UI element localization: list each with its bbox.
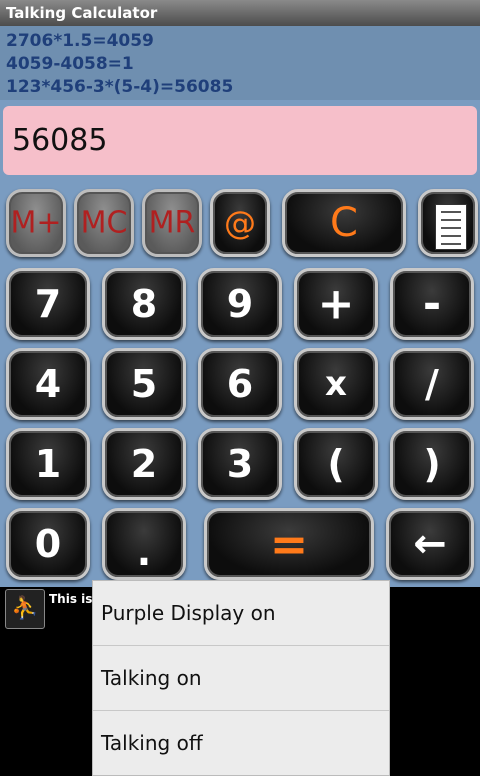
app-title-bar: Talking Calculator <box>0 0 480 26</box>
menu-item-talking-off[interactable]: Talking off <box>93 711 389 776</box>
options-menu: Purple Display on Talking on Talking off <box>92 580 390 776</box>
left-paren-button[interactable]: ( <box>294 428 378 500</box>
result-display: 56085 <box>3 106 477 175</box>
document-icon <box>435 204 467 250</box>
backspace-button[interactable]: ← <box>386 508 474 580</box>
digit-0-button[interactable]: 0 <box>6 508 90 580</box>
minus-button[interactable]: - <box>390 268 474 340</box>
digit-4-label: 4 <box>34 362 62 406</box>
right-paren-label: ) <box>423 442 441 486</box>
at-button[interactable]: @ <box>210 189 270 257</box>
digit-3-label: 3 <box>226 442 254 486</box>
memory-add-button[interactable]: M+ <box>6 189 66 257</box>
digit-2-label: 2 <box>130 442 158 486</box>
memory-add-label: M+ <box>10 205 62 241</box>
multiply-label: x <box>325 364 347 404</box>
digit-1-button[interactable]: 1 <box>6 428 90 500</box>
history-line: 2706*1.5=4059 <box>6 31 154 51</box>
at-label: @ <box>224 204 256 242</box>
memory-clear-button[interactable]: MC <box>74 189 134 257</box>
history-line: 123*456-3*(5-4)=56085 <box>6 77 234 97</box>
digit-9-button[interactable]: 9 <box>198 268 282 340</box>
plus-button[interactable]: + <box>294 268 378 340</box>
digit-0-label: 0 <box>34 522 62 566</box>
digit-4-button[interactable]: 4 <box>6 348 90 420</box>
right-paren-button[interactable]: ) <box>390 428 474 500</box>
digit-5-label: 5 <box>130 362 158 406</box>
digit-7-label: 7 <box>34 282 62 326</box>
digit-1-label: 1 <box>34 442 62 486</box>
digit-6-label: 6 <box>226 362 254 406</box>
divide-label: / <box>425 362 439 406</box>
digit-9-label: 9 <box>226 282 254 326</box>
decimal-point-label: . <box>136 529 152 574</box>
clear-label: C <box>330 200 358 246</box>
result-value: 56085 <box>12 123 108 158</box>
digit-6-button[interactable]: 6 <box>198 348 282 420</box>
menu-item-talking-on[interactable]: Talking on <box>93 646 389 711</box>
notes-button[interactable] <box>418 189 478 257</box>
calculation-history: 2706*1.5=4059 4059-4058=1 123*456-3*(5-4… <box>0 26 480 100</box>
minus-label: - <box>422 278 442 330</box>
keypad-panel: 56085 M+ MC MR @ C 7 8 9 + - 4 5 6 x / 1… <box>0 100 480 587</box>
left-paren-label: ( <box>327 442 345 486</box>
memory-recall-button[interactable]: MR <box>142 189 202 257</box>
digit-8-button[interactable]: 8 <box>102 268 186 340</box>
history-line: 4059-4058=1 <box>6 54 134 74</box>
digit-3-button[interactable]: 3 <box>198 428 282 500</box>
backspace-arrow-icon: ← <box>413 521 447 567</box>
memory-recall-label: MR <box>148 205 196 241</box>
equals-label: = <box>269 517 309 571</box>
ad-figure-icon: ⛹ <box>5 589 45 629</box>
equals-button[interactable]: = <box>204 508 374 580</box>
app-title: Talking Calculator <box>6 4 158 22</box>
menu-item-purple-display[interactable]: Purple Display on <box>93 581 389 646</box>
digit-2-button[interactable]: 2 <box>102 428 186 500</box>
memory-clear-label: MC <box>80 205 128 241</box>
decimal-point-button[interactable]: . <box>102 508 186 580</box>
digit-8-label: 8 <box>130 282 158 326</box>
multiply-button[interactable]: x <box>294 348 378 420</box>
clear-button[interactable]: C <box>282 189 406 257</box>
digit-5-button[interactable]: 5 <box>102 348 186 420</box>
plus-label: + <box>317 278 355 330</box>
divide-button[interactable]: / <box>390 348 474 420</box>
digit-7-button[interactable]: 7 <box>6 268 90 340</box>
